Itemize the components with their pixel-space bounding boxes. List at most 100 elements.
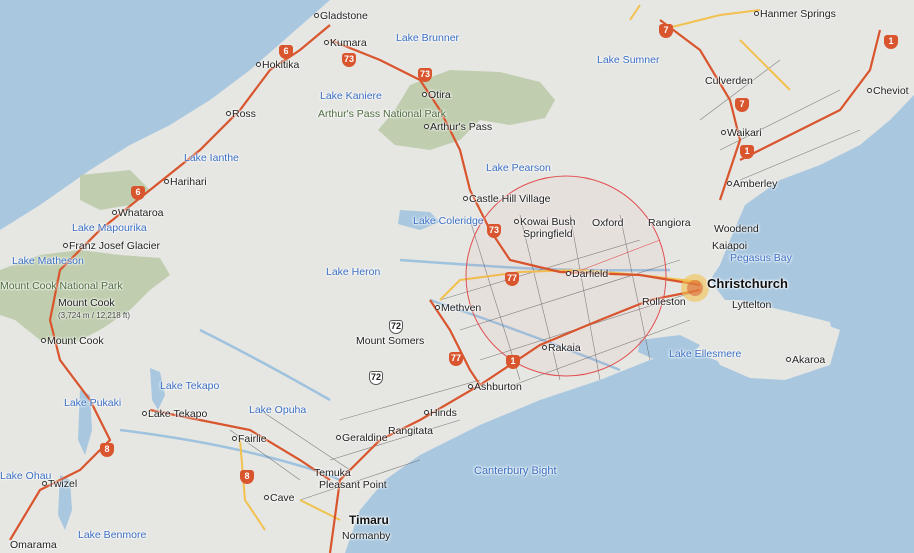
place-marker [264, 495, 269, 500]
place-marker [786, 357, 791, 362]
place-label[interactable]: Pleasant Point [319, 479, 387, 491]
place-marker [112, 210, 117, 215]
place-marker [424, 410, 429, 415]
place-label[interactable]: Gladstone [320, 10, 368, 22]
place-label[interactable]: Hinds [430, 407, 457, 419]
park-label: Arthur's Pass National Park [318, 108, 447, 120]
place-label[interactable]: Ashburton [474, 381, 522, 393]
place-label[interactable]: Rangiora [648, 217, 691, 229]
water-label: Lake Ianthe [184, 152, 239, 164]
place-label[interactable]: Kumara [330, 37, 367, 49]
place-label[interactable]: Arthur's Pass [430, 121, 492, 133]
place-label[interactable]: Timaru [349, 514, 389, 526]
place-marker [721, 130, 726, 135]
place-label[interactable]: Temuka [314, 467, 351, 479]
park-label: Mount Cook National Park [0, 280, 123, 292]
highway-shield: 77 [505, 272, 519, 286]
place-label[interactable]: Fairlie [238, 433, 267, 445]
place-label[interactable]: Oxford [592, 217, 624, 229]
place-label[interactable]: Lake Tekapo [148, 408, 207, 420]
highway-shield: 1 [740, 145, 754, 159]
place-label[interactable]: Franz Josef Glacier [69, 240, 160, 252]
highway-shield: 73 [418, 68, 432, 82]
place-marker [41, 338, 46, 343]
peak-label[interactable]: Mount Cook [58, 297, 115, 309]
place-label[interactable]: Waikari [727, 127, 762, 139]
water-label: Lake Pearson [486, 162, 551, 174]
place-label[interactable]: Rolleston [642, 296, 686, 308]
place-marker [63, 243, 68, 248]
place-marker [314, 13, 319, 18]
place-marker [435, 305, 440, 310]
place-label[interactable]: Omarama [10, 539, 57, 551]
highway-shield: 7 [735, 98, 749, 112]
place-label[interactable]: Cave [270, 492, 295, 504]
place-marker [422, 92, 427, 97]
water-label: Lake Heron [326, 266, 381, 278]
place-marker [727, 181, 732, 186]
place-label[interactable]: Whataroa [118, 207, 164, 219]
place-label[interactable]: Lyttelton [732, 299, 771, 311]
place-marker [566, 271, 571, 276]
place-label[interactable]: Woodend [714, 223, 759, 235]
place-label[interactable]: Mount Cook [47, 335, 104, 347]
place-label[interactable]: Culverden [705, 75, 753, 87]
place-label[interactable]: Hokitika [262, 59, 299, 71]
place-marker [256, 62, 261, 67]
water-label: Lake Benmore [78, 529, 147, 541]
highway-shield: 8 [240, 470, 254, 484]
place-label[interactable]: Springfield [523, 228, 573, 240]
place-label[interactable]: Kaiapoi [712, 240, 747, 252]
place-marker [542, 345, 547, 350]
place-label[interactable]: Normanby [342, 530, 390, 542]
water-label: Lake Coleridge [413, 215, 484, 227]
highway-shield: 73 [487, 224, 501, 238]
place-marker [424, 124, 429, 129]
place-label[interactable]: Twizel [48, 478, 77, 490]
place-marker [468, 384, 473, 389]
place-label[interactable]: Cheviot [873, 85, 909, 97]
water-label: Pegasus Bay [730, 252, 792, 264]
highway-shield: 8 [100, 443, 114, 457]
place-marker [336, 435, 341, 440]
place-marker [232, 436, 237, 441]
place-label[interactable]: Ross [232, 108, 256, 120]
place-label[interactable]: Amberley [733, 178, 777, 190]
highway-shield: 7 [659, 24, 673, 38]
place-label[interactable]: Methven [441, 302, 481, 314]
place-label[interactable]: Rakaia [548, 342, 581, 354]
place-label[interactable]: Rangitata [388, 425, 433, 437]
place-label[interactable]: Akaroa [792, 354, 825, 366]
place-label[interactable]: Mount Somers [356, 335, 424, 347]
highway-shield: 77 [449, 352, 463, 366]
peak-elevation: (3,724 m / 12,218 ft) [58, 311, 131, 320]
highway-shield: 72 [389, 320, 403, 334]
sea-label: Canterbury Bight [474, 465, 557, 477]
water-label: Lake Pukaki [64, 397, 122, 409]
place-label[interactable]: Otira [428, 89, 451, 101]
water-label: Lake Tekapo [160, 380, 220, 392]
place-marker [463, 196, 468, 201]
place-marker [142, 411, 147, 416]
place-label[interactable]: Kowai Bush [520, 216, 575, 228]
place-marker [867, 88, 872, 93]
place-marker [324, 40, 329, 45]
map-view[interactable]: Arthur's Pass National Park Mount Cook N… [0, 0, 914, 553]
highway-shield: 6 [279, 45, 293, 59]
place-label[interactable]: Hanmer Springs [760, 8, 836, 20]
place-marker [754, 11, 759, 16]
place-label[interactable]: Harihari [170, 176, 207, 188]
water-label: Lake Kaniere [320, 90, 382, 102]
highway-shield: 1 [506, 355, 520, 369]
water-label: Lake Sumner [597, 54, 660, 66]
highway-shield: 73 [342, 53, 356, 67]
water-label: Lake Brunner [396, 32, 460, 44]
place-marker [164, 179, 169, 184]
city-label[interactable]: Christchurch [707, 277, 788, 290]
highway-shield: 72 [369, 371, 383, 385]
highway-shield: 6 [131, 186, 145, 200]
place-label[interactable]: Geraldine [342, 432, 388, 444]
place-label[interactable]: Castle Hill Village [469, 193, 551, 205]
place-label[interactable]: Darfield [572, 268, 608, 280]
place-marker [226, 111, 231, 116]
